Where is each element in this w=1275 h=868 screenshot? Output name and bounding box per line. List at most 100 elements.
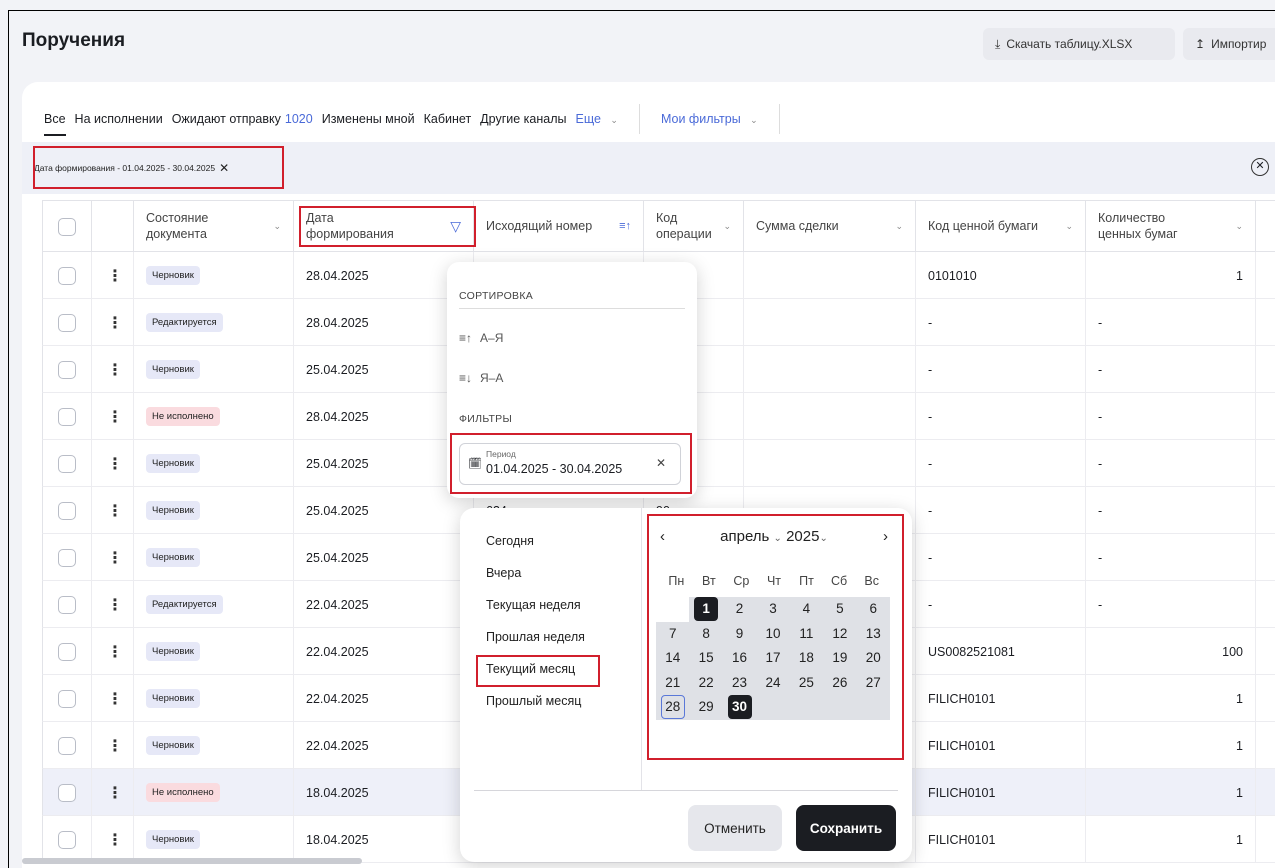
- select-all-checkbox[interactable]: [58, 218, 76, 236]
- tab-other-channels[interactable]: Другие каналы: [480, 112, 566, 126]
- row-cell-quantity: -: [1098, 487, 1243, 534]
- horizontal-scrollbar[interactable]: [22, 858, 362, 864]
- column-operation-code[interactable]: Код операции ⌄: [643, 201, 743, 253]
- more-vertical-icon[interactable]: ⋮: [107, 501, 123, 521]
- sort-desc-option[interactable]: ≡↓ Я–А: [459, 371, 503, 385]
- more-vertical-icon[interactable]: ⋮: [107, 642, 123, 662]
- divider: [91, 346, 92, 393]
- clear-filters-icon[interactable]: ✕: [1251, 158, 1269, 176]
- quantity-value: 100: [1222, 644, 1243, 659]
- screenshot-frame-top: [8, 10, 1275, 11]
- row-cell-security-code: -: [928, 456, 933, 471]
- column-deal-sum[interactable]: Сумма сделки ⌄: [743, 201, 915, 253]
- more-vertical-icon[interactable]: ⋮: [107, 454, 123, 474]
- my-filters-dropdown[interactable]: Мои фильтры ⌄: [661, 112, 758, 126]
- preset-current-week[interactable]: Текущая неделя: [486, 598, 581, 612]
- status-badge: Черновик: [146, 266, 200, 285]
- more-tabs-dropdown[interactable]: Еще ⌄: [576, 112, 618, 126]
- divider: [133, 487, 134, 534]
- more-vertical-icon[interactable]: ⋮: [107, 266, 123, 286]
- divider: [133, 675, 134, 722]
- row-cell-security-code: -: [928, 362, 933, 377]
- divider: [1255, 722, 1256, 769]
- row-cell-security-code: US0082521081: [928, 644, 1015, 659]
- tab-label: Все: [44, 112, 66, 126]
- tab-cabinet[interactable]: Кабинет: [424, 112, 472, 126]
- divider: [293, 722, 294, 769]
- more-vertical-icon[interactable]: ⋮: [107, 830, 123, 850]
- row-cell-security-code: FILICH0101: [928, 832, 996, 847]
- row-checkbox[interactable]: [58, 830, 76, 849]
- row-cell-select: [58, 299, 76, 346]
- row-checkbox[interactable]: [58, 266, 76, 285]
- row-checkbox[interactable]: [58, 736, 76, 755]
- column-outgoing-number[interactable]: Исходящий номер ≡↑: [473, 201, 643, 253]
- sort-icon[interactable]: ≡↑: [619, 220, 631, 234]
- row-checkbox[interactable]: [58, 360, 76, 379]
- row-checkbox[interactable]: [58, 313, 76, 332]
- tab-awaiting-send[interactable]: Ожидают отправку 1020: [172, 112, 313, 126]
- save-button[interactable]: Сохранить: [796, 805, 896, 851]
- row-cell-security-code: -: [928, 409, 933, 424]
- filters-section-header: ФИЛЬТРЫ: [459, 413, 513, 425]
- status-badge: Черновик: [146, 454, 200, 473]
- tab-in-progress[interactable]: На исполнении: [75, 112, 163, 126]
- table-header: Состояние документа ⌄ Дата формирования ▽ …: [42, 200, 1275, 253]
- annotation-highlight-filter-chip: [33, 146, 284, 189]
- preset-today[interactable]: Сегодня: [486, 534, 534, 548]
- more-vertical-icon[interactable]: ⋮: [107, 548, 123, 568]
- sort-desc-label: Я–А: [480, 371, 504, 385]
- divider: [743, 299, 744, 346]
- divider: [91, 769, 92, 816]
- chevron-down-icon: ⌄: [723, 221, 731, 232]
- row-checkbox[interactable]: [58, 454, 76, 473]
- divider: [293, 393, 294, 440]
- sort-section-header: СОРТИРОВКА: [459, 290, 534, 302]
- import-button[interactable]: ↥ Импортир: [1183, 28, 1275, 60]
- row-checkbox[interactable]: [58, 689, 76, 708]
- column-status[interactable]: Состояние документа ⌄: [133, 201, 293, 253]
- more-vertical-icon[interactable]: ⋮: [107, 736, 123, 756]
- cancel-button[interactable]: Отменить: [688, 805, 782, 851]
- row-checkbox[interactable]: [58, 595, 76, 614]
- more-vertical-icon[interactable]: ⋮: [107, 407, 123, 427]
- column-securities-quantity[interactable]: Количество ценных бумаг ⌄: [1085, 201, 1255, 253]
- divider: [293, 628, 294, 675]
- column-security-code[interactable]: Код ценной бумаги ⌄: [915, 201, 1085, 253]
- row-checkbox[interactable]: [58, 501, 76, 520]
- tab-divider: [778, 104, 780, 134]
- divider: [91, 816, 92, 863]
- divider: [1255, 581, 1256, 628]
- row-checkbox[interactable]: [58, 548, 76, 567]
- row-checkbox[interactable]: [58, 407, 76, 426]
- preset-yesterday[interactable]: Вчера: [486, 566, 521, 580]
- row-cell-status: Черновик: [146, 252, 200, 299]
- more-vertical-icon[interactable]: ⋮: [107, 313, 123, 333]
- row-cell-select: [58, 487, 76, 534]
- preset-last-week[interactable]: Прошлая неделя: [486, 630, 585, 644]
- more-vertical-icon[interactable]: ⋮: [107, 360, 123, 380]
- quantity-value: 1: [1236, 738, 1243, 753]
- more-vertical-icon[interactable]: ⋮: [107, 783, 123, 803]
- tab-changed-by-me[interactable]: Изменены мной: [322, 112, 415, 126]
- upload-icon: ↥: [1195, 37, 1206, 51]
- more-vertical-icon[interactable]: ⋮: [107, 689, 123, 709]
- tab-label: Ожидают отправку: [171, 112, 281, 126]
- tab-bar: Все На исполнении Ожидают отправку 1020 И…: [44, 104, 792, 136]
- more-vertical-icon[interactable]: ⋮: [107, 595, 123, 615]
- status-badge: Не исполнено: [146, 407, 220, 426]
- row-cell-actions: ⋮: [107, 816, 123, 863]
- quantity-value: -: [1098, 362, 1103, 377]
- row-cell-actions: ⋮: [107, 534, 123, 581]
- row-cell-date: 18.04.2025: [306, 832, 369, 847]
- preset-last-month[interactable]: Прошлый месяц: [486, 694, 581, 708]
- download-xlsx-button[interactable]: ⤓ Скачать таблицу.XLSX: [983, 28, 1175, 60]
- divider: [91, 534, 92, 581]
- tab-all[interactable]: Все: [44, 112, 66, 136]
- row-checkbox[interactable]: [58, 783, 76, 802]
- row-cell-date: 28.04.2025: [306, 315, 369, 330]
- column-label: Количество ценных бумаг: [1098, 211, 1178, 241]
- row-cell-actions: ⋮: [107, 252, 123, 299]
- sort-asc-option[interactable]: ≡↑ А–Я: [459, 331, 503, 345]
- row-checkbox[interactable]: [58, 642, 76, 661]
